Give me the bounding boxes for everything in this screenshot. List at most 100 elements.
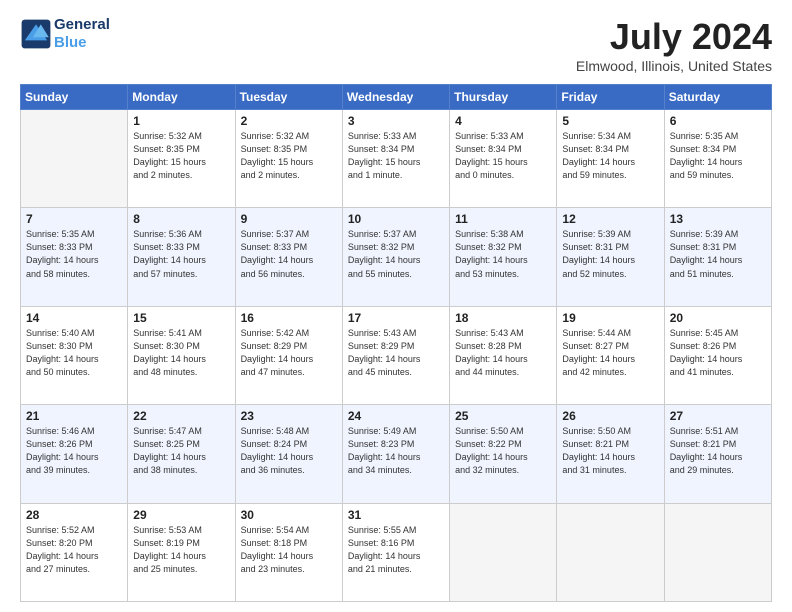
day-number: 13 (670, 212, 766, 226)
day-info: Sunrise: 5:53 AM Sunset: 8:19 PM Dayligh… (133, 524, 229, 576)
day-number: 18 (455, 311, 551, 325)
calendar-cell: 18 Sunrise: 5:43 AM Sunset: 8:28 PM Dayli… (450, 306, 557, 404)
calendar-cell: 22Sunrise: 5:47 AM Sunset: 8:25 PM Dayli… (128, 405, 235, 503)
day-number: 30 (241, 508, 337, 522)
calendar-cell: 5 Sunrise: 5:34 AM Sunset: 8:34 PM Daylig… (557, 110, 664, 208)
day-info: Sunrise: 5:35 AM Sunset: 8:34 PM Dayligh… (670, 130, 766, 182)
day-info: Sunrise: 5:45 AM Sunset: 8:26 PM Dayligh… (670, 327, 766, 379)
month-title: July 2024 (576, 16, 772, 58)
day-number: 3 (348, 114, 444, 128)
day-info: Sunrise: 5:43 AM Sunset: 8:28 PM Dayligh… (455, 327, 551, 379)
calendar-cell: 19Sunrise: 5:44 AM Sunset: 8:27 PM Dayli… (557, 306, 664, 404)
col-header-friday: Friday (557, 85, 664, 110)
calendar-cell: 31 Sunrise: 5:55 AM Sunset: 8:16 PM Dayli… (342, 503, 449, 601)
day-number: 10 (348, 212, 444, 226)
calendar-week-4: 21 Sunrise: 5:46 AM Sunset: 8:26 PM Dayli… (21, 405, 772, 503)
calendar-cell: 14 Sunrise: 5:40 AM Sunset: 8:30 PM Dayli… (21, 306, 128, 404)
day-info: Sunrise: 5:36 AM Sunset: 8:33 PM Dayligh… (133, 228, 229, 280)
calendar-cell (557, 503, 664, 601)
day-number: 16 (241, 311, 337, 325)
calendar-cell: 27Sunrise: 5:51 AM Sunset: 8:21 PM Dayli… (664, 405, 771, 503)
day-info: Sunrise: 5:48 AM Sunset: 8:24 PM Dayligh… (241, 425, 337, 477)
day-info: Sunrise: 5:40 AM Sunset: 8:30 PM Dayligh… (26, 327, 122, 379)
calendar-cell: 3 Sunrise: 5:33 AM Sunset: 8:34 PM Daylig… (342, 110, 449, 208)
day-info: Sunrise: 5:44 AM Sunset: 8:27 PM Dayligh… (562, 327, 658, 379)
day-number: 14 (26, 311, 122, 325)
calendar-cell: 11 Sunrise: 5:38 AM Sunset: 8:32 PM Dayli… (450, 208, 557, 306)
calendar-week-5: 28 Sunrise: 5:52 AM Sunset: 8:20 PM Dayli… (21, 503, 772, 601)
day-info: Sunrise: 5:52 AM Sunset: 8:20 PM Dayligh… (26, 524, 122, 576)
day-info: Sunrise: 5:49 AM Sunset: 8:23 PM Dayligh… (348, 425, 444, 477)
day-info: Sunrise: 5:43 AM Sunset: 8:29 PM Dayligh… (348, 327, 444, 379)
calendar-cell: 4 Sunrise: 5:33 AM Sunset: 8:34 PM Daylig… (450, 110, 557, 208)
calendar-cell: 21 Sunrise: 5:46 AM Sunset: 8:26 PM Dayli… (21, 405, 128, 503)
day-info: Sunrise: 5:50 AM Sunset: 8:21 PM Dayligh… (562, 425, 658, 477)
calendar-cell (21, 110, 128, 208)
day-number: 2 (241, 114, 337, 128)
day-number: 23 (241, 409, 337, 423)
calendar-cell: 23 Sunrise: 5:48 AM Sunset: 8:24 PM Dayli… (235, 405, 342, 503)
logo-text: General Blue (54, 16, 110, 52)
day-number: 5 (562, 114, 658, 128)
day-info: Sunrise: 5:33 AM Sunset: 8:34 PM Dayligh… (348, 130, 444, 182)
col-header-monday: Monday (128, 85, 235, 110)
page: General Blue July 2024 Elmwood, Illinois… (0, 0, 792, 612)
calendar-cell: 13 Sunrise: 5:39 AM Sunset: 8:31 PM Dayli… (664, 208, 771, 306)
col-header-saturday: Saturday (664, 85, 771, 110)
day-number: 28 (26, 508, 122, 522)
day-number: 25 (455, 409, 551, 423)
day-number: 31 (348, 508, 444, 522)
day-number: 17 (348, 311, 444, 325)
day-number: 26 (562, 409, 658, 423)
calendar-week-1: 1 Sunrise: 5:32 AM Sunset: 8:35 PM Daylig… (21, 110, 772, 208)
day-number: 22 (133, 409, 229, 423)
day-number: 11 (455, 212, 551, 226)
calendar-week-2: 7Sunrise: 5:35 AM Sunset: 8:33 PM Daylig… (21, 208, 772, 306)
calendar-cell: 8 Sunrise: 5:36 AM Sunset: 8:33 PM Daylig… (128, 208, 235, 306)
calendar-cell: 25 Sunrise: 5:50 AM Sunset: 8:22 PM Dayli… (450, 405, 557, 503)
day-number: 6 (670, 114, 766, 128)
calendar-header-row: SundayMondayTuesdayWednesdayThursdayFrid… (21, 85, 772, 110)
calendar-cell: 7Sunrise: 5:35 AM Sunset: 8:33 PM Daylig… (21, 208, 128, 306)
day-number: 15 (133, 311, 229, 325)
calendar-cell: 24 Sunrise: 5:49 AM Sunset: 8:23 PM Dayli… (342, 405, 449, 503)
day-info: Sunrise: 5:54 AM Sunset: 8:18 PM Dayligh… (241, 524, 337, 576)
col-header-tuesday: Tuesday (235, 85, 342, 110)
day-number: 12 (562, 212, 658, 226)
day-info: Sunrise: 5:38 AM Sunset: 8:32 PM Dayligh… (455, 228, 551, 280)
day-number: 8 (133, 212, 229, 226)
calendar-table: SundayMondayTuesdayWednesdayThursdayFrid… (20, 84, 772, 602)
day-info: Sunrise: 5:39 AM Sunset: 8:31 PM Dayligh… (562, 228, 658, 280)
calendar-cell: 26 Sunrise: 5:50 AM Sunset: 8:21 PM Dayli… (557, 405, 664, 503)
logo: General Blue (20, 16, 110, 52)
calendar-cell: 16 Sunrise: 5:42 AM Sunset: 8:29 PM Dayli… (235, 306, 342, 404)
calendar-cell (450, 503, 557, 601)
day-number: 20 (670, 311, 766, 325)
calendar-cell: 29Sunrise: 5:53 AM Sunset: 8:19 PM Dayli… (128, 503, 235, 601)
day-info: Sunrise: 5:33 AM Sunset: 8:34 PM Dayligh… (455, 130, 551, 182)
day-info: Sunrise: 5:42 AM Sunset: 8:29 PM Dayligh… (241, 327, 337, 379)
title-area: July 2024 Elmwood, Illinois, United Stat… (576, 16, 772, 74)
day-number: 24 (348, 409, 444, 423)
calendar-cell: 30 Sunrise: 5:54 AM Sunset: 8:18 PM Dayli… (235, 503, 342, 601)
day-info: Sunrise: 5:55 AM Sunset: 8:16 PM Dayligh… (348, 524, 444, 576)
calendar-cell: 10Sunrise: 5:37 AM Sunset: 8:32 PM Dayli… (342, 208, 449, 306)
day-info: Sunrise: 5:34 AM Sunset: 8:34 PM Dayligh… (562, 130, 658, 182)
day-info: Sunrise: 5:50 AM Sunset: 8:22 PM Dayligh… (455, 425, 551, 477)
calendar-cell: 1Sunrise: 5:32 AM Sunset: 8:35 PM Daylig… (128, 110, 235, 208)
logo-icon (20, 18, 52, 50)
day-number: 4 (455, 114, 551, 128)
day-number: 7 (26, 212, 122, 226)
day-info: Sunrise: 5:46 AM Sunset: 8:26 PM Dayligh… (26, 425, 122, 477)
day-info: Sunrise: 5:32 AM Sunset: 8:35 PM Dayligh… (241, 130, 337, 182)
day-number: 27 (670, 409, 766, 423)
calendar-cell (664, 503, 771, 601)
day-number: 1 (133, 114, 229, 128)
calendar-cell: 12 Sunrise: 5:39 AM Sunset: 8:31 PM Dayli… (557, 208, 664, 306)
day-number: 21 (26, 409, 122, 423)
calendar-week-3: 14 Sunrise: 5:40 AM Sunset: 8:30 PM Dayli… (21, 306, 772, 404)
header: General Blue July 2024 Elmwood, Illinois… (20, 16, 772, 74)
col-header-thursday: Thursday (450, 85, 557, 110)
day-info: Sunrise: 5:39 AM Sunset: 8:31 PM Dayligh… (670, 228, 766, 280)
location: Elmwood, Illinois, United States (576, 58, 772, 74)
